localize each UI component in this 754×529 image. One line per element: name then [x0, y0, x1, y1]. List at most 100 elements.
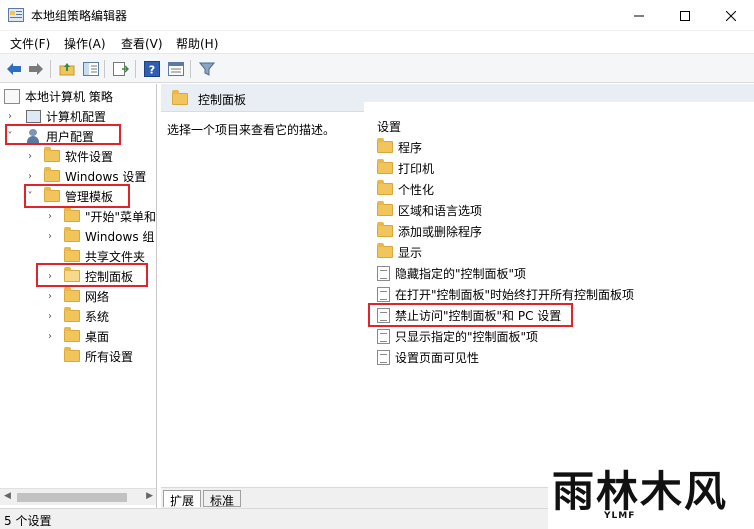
list-item-folder[interactable]: 个性化 [377, 179, 434, 199]
forward-button[interactable] [26, 59, 46, 79]
tree-pane: 本地计算机 策略 › 计算机配置 ˅ 用户配置 › 软件设置 › Windows… [0, 84, 157, 508]
menu-view[interactable]: 查看(V) [121, 35, 163, 52]
minimize-icon [634, 15, 644, 16]
list-item-label: 区域和语言选项 [398, 203, 483, 218]
show-hide-tree-icon [83, 62, 99, 76]
list-item-folder[interactable]: 添加或删除程序 [377, 221, 482, 241]
folder-icon [172, 90, 188, 105]
filter-icon [199, 62, 215, 76]
show-hide-tree-button[interactable] [81, 59, 101, 79]
tab-standard[interactable]: 标准 [203, 490, 242, 508]
filter-button[interactable] [197, 59, 217, 79]
menu-help[interactable]: 帮助(H) [176, 35, 218, 52]
list-item-label: 在打开"控制面板"时始终打开所有控制面板项 [395, 287, 635, 302]
group-policy-app-icon [8, 8, 24, 22]
folder-icon [377, 180, 393, 195]
folder-icon [44, 167, 60, 182]
all-settings-folder-icon [64, 347, 80, 362]
toolbar: ? [0, 53, 754, 83]
column-header-setting[interactable]: 设置 [377, 118, 401, 135]
tree-label-software-settings: 软件设置 [65, 149, 114, 164]
folder-icon [377, 159, 393, 174]
list-item-policy[interactable]: 在打开"控制面板"时始终打开所有控制面板项 [377, 284, 634, 304]
chevron-right-icon[interactable]: › [44, 311, 56, 322]
highlight-control-panel [36, 263, 148, 287]
tree-item-software-settings[interactable]: › 软件设置 [24, 146, 113, 166]
tree-label-desktop: 桌面 [85, 329, 110, 344]
help-icon: ? [144, 61, 160, 77]
list-item-policy[interactable]: 隐藏指定的"控制面板"项 [377, 263, 526, 283]
highlight-prohibit-control-panel [368, 303, 573, 327]
list-item-label: 打印机 [398, 161, 435, 176]
folder-icon [44, 147, 60, 162]
tree-item-windows-components[interactable]: › Windows 组 [44, 226, 154, 246]
folder-icon [377, 222, 393, 237]
export-list-button[interactable] [111, 59, 131, 79]
minimize-button[interactable] [616, 0, 662, 31]
title-bar: 本地组策略编辑器 [0, 0, 754, 31]
back-button[interactable] [4, 59, 24, 79]
chevron-right-icon[interactable]: › [24, 171, 36, 182]
highlight-admin-templates [24, 184, 130, 208]
tree-item-windows-settings[interactable]: › Windows 设置 [24, 166, 146, 186]
close-icon [726, 10, 736, 21]
status-text: 5 个设置 [4, 514, 52, 528]
tree-label-start-menu: "开始"菜单和 [85, 209, 157, 224]
tree-item-start-menu[interactable]: › "开始"菜单和 [44, 206, 156, 226]
scrollbar-thumb[interactable] [17, 493, 127, 502]
folder-icon [64, 247, 80, 262]
tree-label-computer-config: 计算机配置 [46, 109, 107, 124]
up-one-level-button[interactable] [57, 59, 77, 79]
list-item-label: 程序 [398, 140, 423, 155]
tree-label-windows-components: Windows 组 [85, 229, 155, 244]
list-item-label: 只显示指定的"控制面板"项 [395, 329, 539, 344]
folder-icon [377, 138, 393, 153]
tree-item-root[interactable]: 本地计算机 策略 [4, 86, 113, 106]
maximize-button[interactable] [662, 0, 708, 31]
list-item-label: 添加或删除程序 [398, 224, 483, 239]
folder-icon [64, 307, 80, 322]
computer-icon [26, 109, 41, 123]
tree-label-root: 本地计算机 策略 [25, 89, 113, 104]
tab-extended[interactable]: 扩展 [163, 490, 202, 508]
folder-icon [64, 207, 80, 222]
chevron-right-icon[interactable]: › [44, 231, 56, 242]
tree-item-network[interactable]: › 网络 [44, 286, 109, 306]
chevron-right-icon[interactable]: › [44, 291, 56, 302]
list-item-folder[interactable]: 显示 [377, 242, 422, 262]
folder-icon [64, 287, 80, 302]
list-item-policy[interactable]: 设置页面可见性 [377, 347, 479, 367]
scroll-right-icon[interactable]: ▶ [146, 491, 153, 501]
menu-file[interactable]: 文件(F) [10, 35, 50, 52]
tree-item-desktop[interactable]: › 桌面 [44, 326, 109, 346]
scroll-left-icon[interactable]: ◀ [4, 491, 11, 501]
tree-label-all-settings: 所有设置 [85, 349, 134, 364]
list-item-folder[interactable]: 程序 [377, 137, 422, 157]
list-item-folder[interactable]: 区域和语言选项 [377, 200, 482, 220]
chevron-right-icon[interactable]: › [4, 111, 16, 122]
menu-action[interactable]: 操作(A) [64, 35, 106, 52]
details-header-title: 控制面板 [198, 93, 247, 107]
chevron-right-icon[interactable]: › [24, 151, 36, 162]
properties-button[interactable] [166, 59, 186, 79]
help-button[interactable]: ? [142, 59, 162, 79]
chevron-right-icon[interactable]: › [44, 331, 56, 342]
tree-item-system[interactable]: › 系统 [44, 306, 109, 326]
up-folder-icon [59, 63, 75, 76]
chevron-right-icon[interactable]: › [44, 211, 56, 222]
folder-icon [64, 227, 80, 242]
folder-icon [377, 201, 393, 216]
tree-horizontal-scrollbar[interactable]: ◀ ▶ [0, 488, 156, 505]
watermark-main-text: 雨林木风 [552, 467, 729, 516]
list-item-label: 个性化 [398, 182, 435, 197]
highlight-user-config [5, 124, 121, 145]
menu-bar: 文件(F) 操作(A) 查看(V) 帮助(H) [0, 31, 754, 53]
settings-list: 设置 程序 打印机 个性化 区域和语言选项 添加或删除程序 显示 隐藏指定的"控… [364, 102, 754, 482]
tree-item-all-settings[interactable]: 所有设置 [44, 346, 133, 366]
folder-icon [64, 327, 80, 342]
close-button[interactable] [708, 0, 754, 31]
list-item-folder[interactable]: 打印机 [377, 158, 434, 178]
tree-item-computer-config[interactable]: › 计算机配置 [4, 106, 106, 126]
list-item-policy[interactable]: 只显示指定的"控制面板"项 [377, 326, 538, 346]
properties-icon [168, 62, 184, 76]
